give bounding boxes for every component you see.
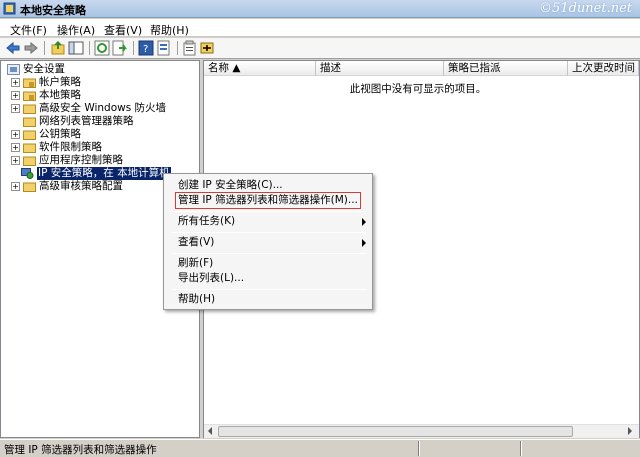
tree-item-firewall[interactable]: + 高级安全 Windows 防火墙 [11, 102, 196, 115]
toolbar-separator [44, 41, 45, 55]
expand-icon[interactable]: + [11, 130, 20, 139]
menu-separator [172, 253, 366, 254]
title-bar: 本地安全策略 ©51dunet.net [0, 0, 640, 18]
show-tree-icon[interactable] [68, 40, 84, 56]
tree-item-local-policy[interactable]: + 本地策略 [11, 89, 191, 102]
ip-policy-icon [21, 168, 34, 179]
status-text: 管理 IP 筛选器列表和筛选器操作 [4, 444, 157, 456]
tree-root-label: 安全设置 [23, 63, 65, 75]
toolbar-separator [133, 41, 134, 55]
tree-item-label: 公钥策略 [39, 128, 81, 140]
tree-item-label: 网络列表管理器策略 [39, 115, 134, 127]
scroll-thumb[interactable] [218, 426, 573, 437]
export-icon[interactable] [112, 40, 128, 56]
tree-item-network-list[interactable]: 网络列表管理器策略 [11, 115, 191, 128]
folder-lock-icon [23, 91, 36, 101]
menu-item-help[interactable]: 帮助(H) [178, 292, 215, 307]
folder-icon [23, 143, 36, 153]
back-icon[interactable] [5, 40, 21, 56]
window-title: 本地安全策略 [20, 4, 86, 17]
tree-item-public-key[interactable]: + 公钥策略 [11, 128, 191, 141]
menu-view[interactable]: 查看(V) [104, 22, 142, 38]
expand-icon[interactable]: + [11, 91, 20, 100]
toolbar-separator [89, 41, 90, 55]
tree-item-app-control[interactable]: + 应用程序控制策略 [11, 154, 191, 167]
menu-item-label: 查看(V) [178, 236, 215, 248]
menu-action[interactable]: 操作(A) [57, 22, 95, 38]
folder-icon [23, 104, 36, 114]
expand-icon[interactable]: + [11, 143, 20, 152]
scroll-right-icon[interactable] [628, 427, 632, 435]
toolbar: ? [0, 38, 640, 59]
empty-message: 此视图中没有可显示的项目。 [349, 83, 487, 95]
security-settings-icon [7, 64, 20, 75]
properties-icon[interactable] [156, 40, 172, 56]
folder-lock-icon [23, 78, 36, 88]
tree-item-account-policy[interactable]: + 帐户策略 [11, 76, 191, 89]
new-policy-icon[interactable] [199, 40, 215, 56]
menu-item-label: 所有任务(K) [178, 215, 236, 227]
menu-separator [172, 289, 366, 290]
refresh-icon[interactable] [94, 40, 110, 56]
tree-item-label: 本地策略 [39, 89, 81, 101]
context-menu: 创建 IP 安全策略(C)... 管理 IP 筛选器列表和筛选器操作(M)...… [163, 173, 373, 310]
watermark: ©51dunet.net [539, 1, 632, 16]
tree-item-label: 软件限制策略 [39, 141, 102, 153]
menu-item-all-tasks[interactable]: 所有任务(K) [178, 214, 368, 229]
column-header-assigned[interactable]: 策略已指派 [444, 61, 568, 76]
column-header-modified[interactable]: 上次更改时间 [568, 61, 639, 76]
column-header-name[interactable]: 名称 ▲ [204, 61, 316, 76]
tree-item-label: IP 安全策略，在 本地计算机 [37, 167, 171, 180]
manage-filter-icon[interactable] [182, 40, 198, 56]
expand-icon[interactable]: + [11, 182, 20, 191]
tree-item-label: 应用程序控制策略 [39, 154, 123, 166]
folder-icon [23, 130, 36, 140]
status-separator [520, 441, 522, 456]
menu-item-view[interactable]: 查看(V) [178, 235, 368, 250]
menu-item-refresh[interactable]: 刷新(F) [178, 256, 213, 271]
status-bar: 管理 IP 筛选器列表和筛选器操作 [0, 439, 640, 457]
menu-separator [172, 232, 366, 233]
column-header-description[interactable]: 描述 [316, 61, 444, 76]
forward-icon[interactable] [23, 40, 39, 56]
status-separator [418, 441, 420, 456]
help-icon[interactable]: ? [138, 40, 154, 56]
submenu-arrow-icon [362, 218, 366, 226]
menu-item-manage-ip-filter[interactable]: 管理 IP 筛选器列表和筛选器操作(M)... [175, 192, 361, 209]
expand-icon[interactable]: + [11, 156, 20, 165]
tree-item-label: 高级审核策略配置 [39, 180, 123, 192]
expand-icon[interactable]: + [11, 78, 20, 87]
toolbar-separator [177, 41, 178, 55]
folder-icon [23, 156, 36, 166]
scroll-left-icon[interactable] [208, 427, 212, 435]
horizontal-scrollbar[interactable] [204, 424, 639, 438]
menu-bar: 文件(F) 操作(A) 查看(V) 帮助(H) [0, 19, 640, 37]
svg-text:?: ? [143, 44, 148, 55]
tree-item-label: 高级安全 Windows 防火墙 [39, 102, 167, 114]
tree-item-software-restriction[interactable]: + 软件限制策略 [11, 141, 191, 154]
expand-icon[interactable]: + [11, 104, 20, 113]
security-policy-app-icon [3, 2, 16, 15]
menu-item-export-list[interactable]: 导出列表(L)... [178, 271, 244, 286]
menu-file[interactable]: 文件(F) [10, 22, 47, 38]
menu-separator [172, 211, 366, 212]
menu-help[interactable]: 帮助(H) [150, 22, 189, 38]
up-icon[interactable] [50, 40, 66, 56]
folder-icon [23, 182, 36, 192]
tree-item-label: 帐户策略 [39, 76, 81, 88]
folder-icon [23, 117, 36, 127]
menu-item-create-ip-policy[interactable]: 创建 IP 安全策略(C)... [178, 178, 283, 193]
submenu-arrow-icon [362, 239, 366, 247]
